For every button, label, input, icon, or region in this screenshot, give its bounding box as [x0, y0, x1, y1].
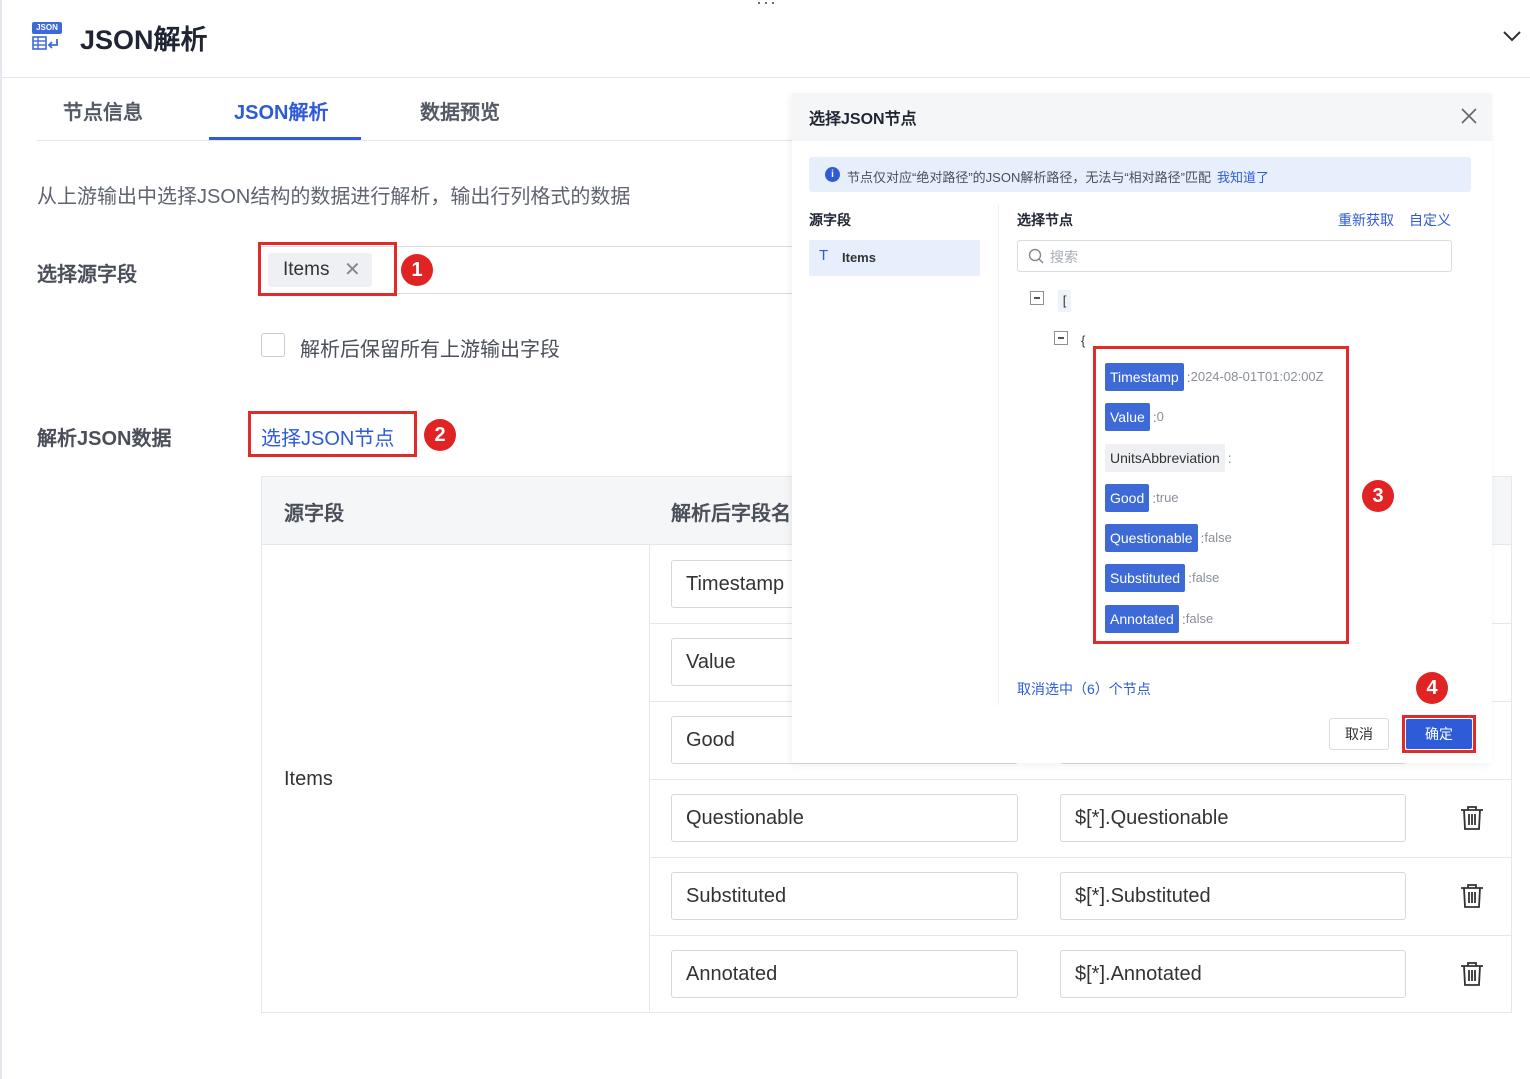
chevron-down-icon[interactable] — [1500, 24, 1524, 48]
row-divider — [650, 779, 1511, 780]
search-icon — [1028, 248, 1044, 264]
tab-node-info[interactable]: 节点信息 — [63, 96, 143, 125]
step-badge-1: 1 — [401, 254, 433, 286]
text-type-icon: T — [819, 247, 829, 264]
info-message: 节点仅对应“绝对路径”的JSON解析路径，无法与“相对路径”匹配 — [847, 170, 1211, 185]
source-column-title: 源字段 — [809, 212, 851, 228]
tab-json-parse[interactable]: JSON解析 — [234, 96, 328, 125]
close-icon[interactable] — [1460, 107, 1478, 125]
info-banner: i 节点仅对应“绝对路径”的JSON解析路径，无法与“相对路径”匹配 我知道了 — [809, 157, 1471, 192]
parse-json-label: 解析JSON数据 — [37, 428, 172, 450]
column-divider — [998, 205, 999, 705]
json-table-icon: JSON — [32, 20, 66, 54]
dialog-title: 选择JSON节点 — [809, 111, 917, 128]
node-search — [1017, 240, 1452, 272]
annotation-box-1 — [258, 242, 397, 296]
annotation-box-3 — [1093, 346, 1349, 644]
cancel-button[interactable]: 取消 — [1329, 718, 1389, 750]
trash-icon[interactable] — [1460, 805, 1484, 831]
json-icon-tag: JSON — [32, 22, 62, 34]
source-item-label: Items — [842, 250, 876, 265]
tab-data-preview[interactable]: 数据预览 — [420, 96, 500, 125]
array-node[interactable]: [ — [1058, 290, 1071, 312]
collapse-array-toggle[interactable] — [1030, 291, 1044, 305]
collapse-object-toggle[interactable] — [1054, 331, 1068, 345]
step-badge-4: 4 — [1416, 672, 1448, 704]
source-field-label: 选择源字段 — [37, 264, 137, 286]
info-text: 节点仅对应“绝对路径”的JSON解析路径，无法与“相对路径”匹配 我知道了 — [847, 167, 1269, 186]
field-name-input[interactable]: Substituted — [671, 872, 1018, 920]
deselect-nodes-link[interactable]: 取消选中（6）个节点 — [1017, 679, 1151, 699]
trash-icon[interactable] — [1460, 883, 1484, 909]
field-name-input[interactable]: Annotated — [671, 950, 1018, 998]
node-column-title: 选择节点 — [1017, 212, 1073, 228]
description-text: 从上游输出中选择JSON结构的数据进行解析，输出行列格式的数据 — [37, 186, 631, 208]
search-input[interactable] — [1050, 246, 1440, 268]
field-name-input[interactable]: Questionable — [671, 794, 1018, 842]
step-badge-3: 3 — [1362, 480, 1394, 512]
trash-icon[interactable] — [1460, 961, 1484, 987]
keep-fields-checkbox[interactable] — [261, 333, 285, 357]
keep-fields-label: 解析后保留所有上游输出字段 — [300, 339, 560, 361]
header-parsed-field: 解析后字段名 — [671, 503, 791, 525]
row-divider — [650, 857, 1511, 858]
source-list-item[interactable]: T Items — [809, 240, 980, 276]
page-header: JSON JSON解析 — [2, 0, 1530, 78]
step-badge-2: 2 — [424, 419, 456, 451]
annotation-box-4 — [1402, 715, 1476, 753]
field-path-input[interactable]: $[*].Annotated — [1060, 950, 1406, 998]
field-path-input[interactable]: $[*].Questionable — [1060, 794, 1406, 842]
refetch-link[interactable]: 重新获取 — [1338, 210, 1394, 230]
row-divider — [650, 935, 1511, 936]
info-icon: i — [825, 167, 840, 182]
annotation-box-2 — [248, 411, 417, 457]
dialog-header: 选择JSON节点 — [792, 93, 1492, 141]
header-source-field: 源字段 — [284, 503, 344, 525]
active-tab-indicator — [209, 137, 361, 140]
page-title: JSON解析 — [80, 25, 208, 55]
source-cell: Items — [284, 768, 333, 790]
custom-link[interactable]: 自定义 — [1409, 210, 1451, 230]
field-path-input[interactable]: $[*].Substituted — [1060, 872, 1406, 920]
object-node: { — [1081, 333, 1086, 348]
left-border — [0, 0, 2, 1079]
tab-bar: 节点信息 JSON解析 数据预览 — [36, 78, 792, 141]
dismiss-info-link[interactable]: 我知道了 — [1217, 170, 1269, 185]
